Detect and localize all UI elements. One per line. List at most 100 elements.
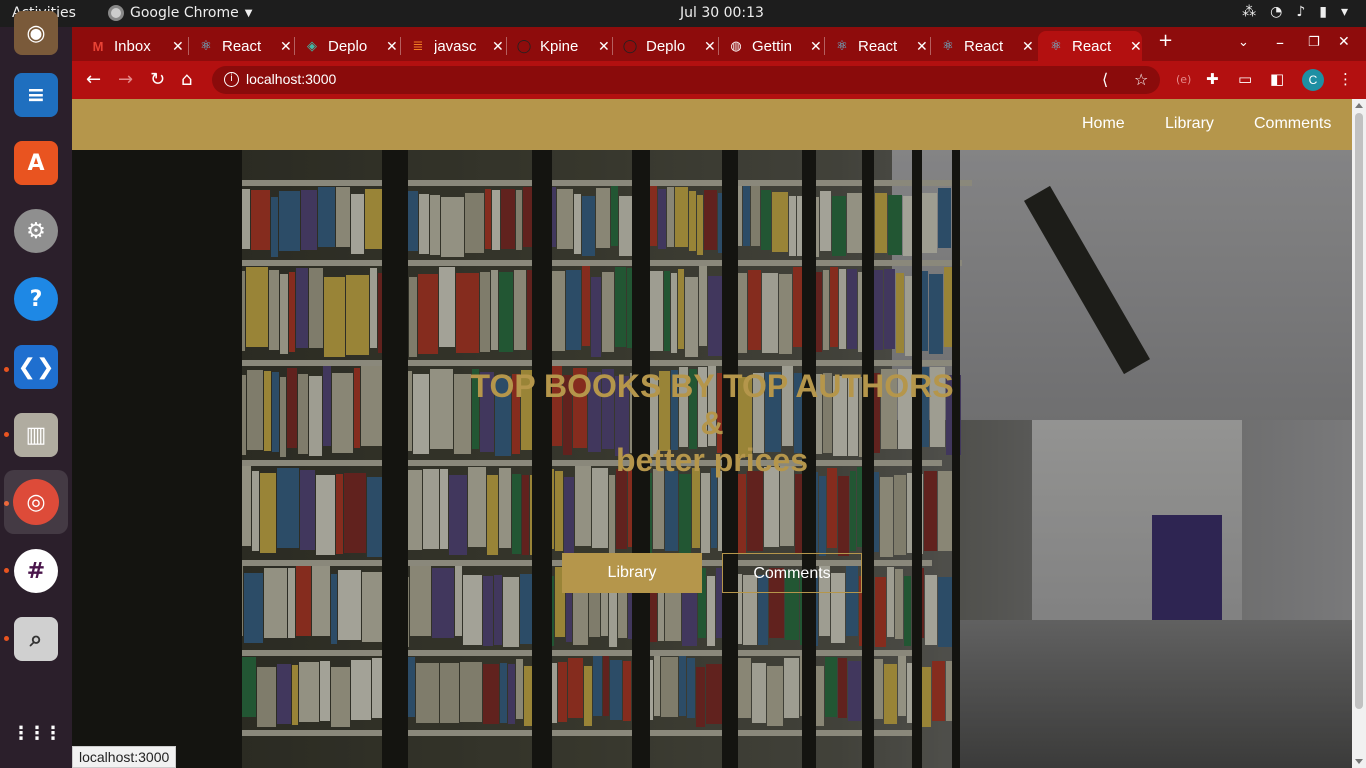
browser-toolbar: ← → ↻ ⌂ i localhost:3000 ⟨ ☆ (e) ✚ ▭ ◧ C… [72, 61, 1366, 99]
close-icon[interactable]: ✕ [1022, 38, 1034, 55]
show-applications-button[interactable]: ⋮⋮⋮ [10, 707, 62, 759]
browser-window: M Inbox ✕ ⚛ React ✕ ◈ Deplo ✕ ≣ javasc ✕… [72, 27, 1366, 768]
dock-chrome[interactable]: ◎ [4, 470, 68, 534]
dock-vscode[interactable]: ❮❯ [10, 341, 62, 393]
maximize-button[interactable]: ❐ [1308, 35, 1320, 50]
tab-strip: M Inbox ✕ ⚛ React ✕ ◈ Deplo ✕ ≣ javasc ✕… [72, 27, 1366, 61]
home-button[interactable]: ⌂ [181, 69, 192, 90]
headline-line-3: better prices [615, 442, 809, 478]
hero-headline: TOP BOOKS BY TOP AUTHORS & better prices [72, 368, 1352, 479]
network-icon[interactable]: ⁂ [1242, 4, 1256, 20]
wifi-icon[interactable]: ◔ [1270, 4, 1282, 20]
slack-icon: # [14, 549, 58, 593]
extensions-puzzle-icon[interactable]: ✚ [1206, 70, 1219, 88]
tab-label: Inbox [114, 37, 151, 55]
nav-library-link[interactable]: Library [1165, 115, 1214, 133]
running-indicator [4, 636, 9, 641]
profile-avatar[interactable]: C [1302, 69, 1324, 91]
hero-section: TOP BOOKS BY TOP AUTHORS & better prices… [72, 150, 1352, 768]
cast-icon[interactable]: ▭ [1238, 70, 1252, 88]
app-menu-label: Google Chrome [130, 5, 239, 21]
tab-label: Deplo [646, 37, 686, 55]
tab-react-1[interactable]: ⚛ React ✕ [180, 31, 292, 61]
chevron-down-icon: ▼ [244, 7, 253, 19]
github-icon: ◯ [516, 38, 532, 53]
forward-button[interactable]: → [118, 69, 133, 90]
tab-label: React [1072, 37, 1112, 55]
minimize-button[interactable]: – [1276, 33, 1284, 52]
scrollbar-thumb[interactable] [1355, 113, 1363, 709]
close-window-button[interactable]: ✕ [1338, 34, 1350, 50]
tab-label: Gettin [752, 37, 793, 55]
tab-react-2[interactable]: ⚛ React ✕ [816, 31, 928, 61]
nav-comments-link[interactable]: Comments [1254, 115, 1331, 133]
address-bar[interactable]: i localhost:3000 ⟨ ☆ [212, 66, 1160, 94]
github-icon: ◯ [622, 38, 638, 53]
tab-getting[interactable]: ◍ Gettin ✕ [710, 31, 821, 61]
tab-label: javasc [434, 37, 477, 55]
tab-deploy-2[interactable]: ◯ Deplo ✕ [604, 31, 716, 61]
hero-library-button[interactable]: Library [562, 553, 702, 593]
dock-settings[interactable]: ⚙ [10, 205, 62, 257]
running-indicator [4, 432, 9, 437]
running-indicator [4, 367, 9, 372]
volume-icon[interactable]: ♪ [1296, 4, 1305, 20]
hero-comments-button[interactable]: Comments [722, 553, 862, 593]
tab-label: React [964, 37, 1004, 55]
redux-devtools-icon[interactable]: (e) [1176, 73, 1191, 86]
headline-line-2: & [700, 405, 724, 441]
dock-slack[interactable]: # [10, 545, 62, 597]
tab-inbox[interactable]: M Inbox ✕ [72, 31, 184, 61]
tab-javascript[interactable]: ≣ javasc ✕ [392, 31, 504, 61]
tab-search-button[interactable]: ⌄ [1238, 35, 1249, 50]
dock-writer[interactable]: ≡ [10, 69, 62, 121]
running-indicator [4, 568, 9, 573]
tab-label: Kpine [540, 37, 579, 55]
close-icon[interactable]: ✕ [1130, 38, 1142, 55]
react-icon: ⚛ [942, 38, 954, 53]
dock-archive[interactable]: ▥ [10, 409, 62, 461]
dock-rhythmbox[interactable]: ◉ [10, 7, 62, 59]
chevron-down-icon[interactable]: ▾ [1341, 4, 1348, 20]
tab-react-active[interactable]: ⚛ React ✕ [1038, 31, 1142, 61]
globe-icon: ◍ [730, 38, 742, 53]
scroll-up-arrow[interactable] [1355, 103, 1363, 108]
headline-line-1: TOP BOOKS BY TOP AUTHORS [470, 368, 954, 404]
back-button[interactable]: ← [86, 69, 101, 90]
clock[interactable]: Jul 30 00:13 [680, 5, 764, 21]
new-tab-button[interactable]: + [1158, 30, 1173, 51]
page-scrollbar[interactable] [1352, 99, 1366, 768]
menu-kebab-icon[interactable]: ⋮ [1338, 70, 1353, 88]
dock-help[interactable]: ? [10, 273, 62, 325]
react-icon: ⚛ [836, 38, 848, 53]
nav-home-link[interactable]: Home [1082, 115, 1125, 133]
url-text[interactable]: localhost:3000 [246, 71, 336, 87]
react-icon: ⚛ [1050, 38, 1062, 53]
tab-deploy-1[interactable]: ◈ Deplo ✕ [286, 31, 398, 61]
writer-icon: ≡ [14, 73, 58, 117]
scroll-down-arrow[interactable] [1355, 759, 1363, 764]
battery-icon[interactable]: ▮ [1319, 4, 1327, 20]
info-icon[interactable]: i [224, 72, 239, 87]
software-icon: A [14, 141, 58, 185]
share-icon[interactable]: ⟨ [1102, 70, 1108, 89]
stackoverflow-icon: ≣ [412, 38, 424, 53]
tab-react-3[interactable]: ⚛ React ✕ [922, 31, 1034, 61]
chrome-icon: ◎ [13, 479, 59, 525]
side-panel-icon[interactable]: ◧ [1270, 70, 1284, 88]
dock-image-viewer[interactable]: ⌕ [10, 613, 62, 665]
tab-kpine[interactable]: ◯ Kpine ✕ [498, 31, 610, 61]
archive-icon: ▥ [14, 413, 58, 457]
help-icon: ? [14, 277, 58, 321]
bookmark-star-icon[interactable]: ☆ [1134, 70, 1148, 89]
app-menu[interactable]: Google Chrome ▼ [108, 5, 252, 21]
magnifier-icon: ⌕ [14, 617, 58, 661]
tab-label: React [222, 37, 262, 55]
dock-software[interactable]: A [10, 137, 62, 189]
tab-label: React [858, 37, 898, 55]
chrome-icon [108, 5, 124, 21]
system-top-bar: Activities Google Chrome ▼ Jul 30 00:13 … [0, 0, 1366, 27]
reload-button[interactable]: ↻ [150, 69, 165, 90]
apps-grid-icon: ⋮⋮⋮ [12, 722, 62, 744]
system-tray[interactable]: ⁂ ◔ ♪ ▮ ▾ [1242, 4, 1348, 20]
